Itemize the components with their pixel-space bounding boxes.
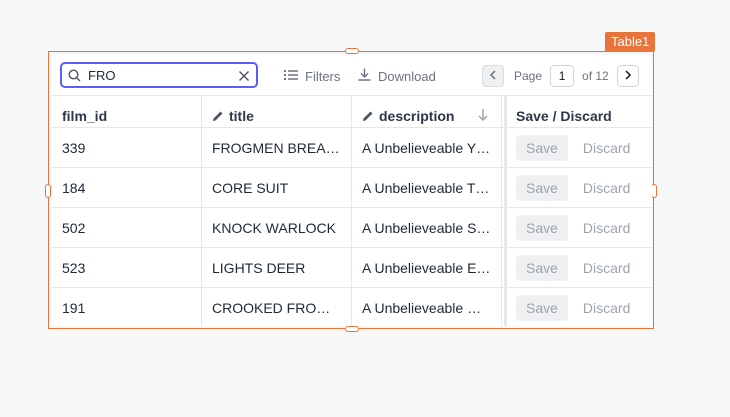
cell-film-id[interactable]: 339	[52, 128, 202, 167]
discard-button[interactable]: Discard	[583, 180, 630, 196]
cell-actions: Save Discard	[504, 128, 652, 167]
cell-actions: Save Discard	[504, 288, 652, 326]
page-count: of 12	[582, 69, 609, 83]
cell-actions: Save Discard	[504, 208, 652, 247]
cell-film-id[interactable]: 191	[52, 288, 202, 326]
cell-title[interactable]: CORE SUIT	[202, 168, 352, 207]
page-label: Page	[514, 69, 543, 83]
filters-icon	[284, 69, 298, 84]
table-widget: Filters Download Page 1 of 12	[52, 55, 652, 326]
cell-text: 339	[62, 139, 86, 156]
cell-title[interactable]: KNOCK WARLOCK	[202, 208, 352, 247]
resize-handle-top[interactable]	[345, 48, 359, 54]
download-icon	[358, 68, 371, 84]
column-header-label: film_id	[62, 107, 108, 124]
column-header-label: title	[229, 107, 254, 124]
cell-text: 184	[62, 179, 86, 196]
cell-actions: Save Discard	[504, 248, 652, 287]
cell-text: 191	[62, 299, 86, 316]
save-button[interactable]: Save	[516, 294, 568, 321]
table-row[interactable]: 191 CROOKED FRO… A Unbelieveable … Save …	[52, 287, 652, 326]
resize-handle-bottom[interactable]	[345, 326, 359, 332]
cell-title[interactable]: CROOKED FRO…	[202, 288, 352, 326]
resize-handle-left[interactable]	[45, 184, 51, 198]
cell-title[interactable]: FROGMEN BREA…	[202, 128, 352, 167]
column-header-label: description	[379, 107, 455, 124]
cell-description[interactable]: A Unbelieveable …	[352, 288, 502, 326]
arrow-down-icon[interactable]	[477, 108, 489, 125]
table-row[interactable]: 339 FROGMEN BREA… A Unbelieveable Y… Sav…	[52, 127, 652, 167]
cell-film-id[interactable]: 184	[52, 168, 202, 207]
cell-text: CROOKED FRO…	[212, 299, 331, 316]
filters-label: Filters	[305, 68, 341, 84]
cell-description[interactable]: A Unbelieveable E…	[352, 248, 502, 287]
page-number-input[interactable]: 1	[550, 65, 575, 87]
cell-text: A Unbelieveable Y…	[362, 139, 491, 156]
chevron-right-icon	[624, 67, 632, 85]
save-button[interactable]: Save	[516, 214, 568, 241]
cell-film-id[interactable]: 502	[52, 208, 202, 247]
cell-title[interactable]: LIGHTS DEER	[202, 248, 352, 287]
cell-text: KNOCK WARLOCK	[212, 219, 336, 236]
cell-text: A Unbelieveable …	[362, 299, 482, 316]
download-label: Download	[378, 68, 436, 84]
discard-button[interactable]: Discard	[583, 300, 630, 316]
filters-button[interactable]: Filters	[284, 67, 340, 85]
chevron-left-icon	[489, 67, 497, 85]
cell-text: FROGMEN BREA…	[212, 139, 340, 156]
pagination: Page 1 of 12	[482, 65, 639, 87]
cell-film-id[interactable]: 523	[52, 248, 202, 287]
clear-icon[interactable]	[238, 69, 250, 87]
search-icon	[68, 69, 81, 87]
table-row[interactable]: 184 CORE SUIT A Unbelieveable T… Save Di…	[52, 167, 652, 207]
previous-page-button[interactable]	[482, 65, 504, 87]
cell-description[interactable]: A Unbelieveable T…	[352, 168, 502, 207]
next-page-button[interactable]	[616, 65, 639, 87]
discard-button[interactable]: Discard	[583, 220, 630, 236]
pencil-icon	[362, 110, 374, 122]
download-button[interactable]: Download	[358, 67, 436, 85]
cell-text: CORE SUIT	[212, 179, 289, 196]
table-row[interactable]: 523 LIGHTS DEER A Unbelieveable E… Save …	[52, 247, 652, 287]
cell-text: A Unbelieveable S…	[362, 219, 491, 236]
search-box[interactable]	[60, 62, 258, 88]
cell-text: A Unbelieveable E…	[362, 259, 491, 276]
column-header-label: Save / Discard	[516, 107, 612, 124]
table-row[interactable]: 502 KNOCK WARLOCK A Unbelieveable S… Sav…	[52, 207, 652, 247]
cell-description[interactable]: A Unbelieveable S…	[352, 208, 502, 247]
cell-actions: Save Discard	[504, 168, 652, 207]
widget-name-tag[interactable]: Table1	[605, 32, 656, 51]
cell-text: A Unbelieveable T…	[362, 179, 490, 196]
search-input[interactable]	[88, 67, 228, 83]
discard-button[interactable]: Discard	[583, 140, 630, 156]
cell-text: LIGHTS DEER	[212, 259, 306, 276]
cell-text: 502	[62, 219, 86, 236]
cell-text: 523	[62, 259, 86, 276]
save-button[interactable]: Save	[516, 174, 568, 201]
table-toolbar: Filters Download Page 1 of 12	[52, 55, 652, 95]
save-button[interactable]: Save	[516, 134, 568, 161]
discard-button[interactable]: Discard	[583, 260, 630, 276]
pencil-icon	[212, 110, 224, 122]
save-button[interactable]: Save	[516, 254, 568, 281]
cell-description[interactable]: A Unbelieveable Y…	[352, 128, 502, 167]
